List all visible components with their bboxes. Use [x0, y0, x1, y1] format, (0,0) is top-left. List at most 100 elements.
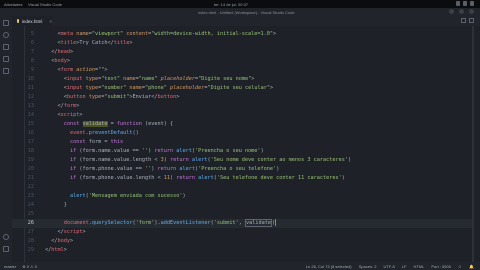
code-token: >: [79, 112, 83, 118]
code-line[interactable]: 19 if (form.name.value.length < 3) retur…: [12, 156, 472, 165]
code-token: >Enviar</: [129, 94, 158, 100]
code-token: >: [70, 49, 74, 55]
window-titlebar: index.html - Untitled (Workspace) - Visu…: [0, 8, 480, 16]
code-token: "Digite seu celular": [207, 85, 270, 91]
source-control-icon[interactable]: [3, 44, 9, 50]
code-token: alert: [179, 166, 195, 172]
line-number: 11: [27, 85, 34, 91]
activities-button[interactable]: Atividades: [4, 2, 22, 7]
code-token: "name": [138, 76, 158, 82]
code-line[interactable]: 14 <script>: [12, 111, 472, 120]
code-line[interactable]: 23 alert('Mensagem enviada com sucesso'): [12, 192, 472, 201]
maximize-button[interactable]: [459, 9, 464, 14]
status-item[interactable]: Ln 26, Col 73 (8 selected): [306, 264, 352, 269]
code-line[interactable]: 17 const form = this: [12, 138, 472, 147]
power-icon: [470, 1, 474, 6]
code-line[interactable]: 27 </script>: [12, 228, 472, 237]
code-line[interactable]: 12 <button type="submit">Enviar</button>: [12, 93, 472, 102]
status-item[interactable]: 🔔: [469, 264, 474, 269]
code-line[interactable]: 26 document.querySelector('form').addEve…: [12, 219, 472, 228]
search-icon[interactable]: [3, 32, 9, 38]
app-menu[interactable]: Visual Studio Code: [28, 2, 62, 7]
code-token: body: [54, 58, 67, 64]
code-token: >: [251, 76, 255, 82]
status-item[interactable]: ⊗ 0 ⚠ 0: [22, 264, 37, 269]
code-token: validate: [244, 219, 272, 227]
code-text: <input type="text" name="name" placehold…: [45, 75, 255, 84]
code-token: (): [132, 130, 139, 136]
code-line[interactable]: 18 if (form.name.value == '') return ale…: [12, 147, 472, 156]
code-text: </body>: [45, 237, 73, 246]
code-token: button: [66, 94, 86, 100]
code-token: action: [76, 67, 95, 73]
status-item[interactable]: ☺: [458, 264, 462, 269]
code-line[interactable]: 8 <body>: [12, 57, 472, 66]
code-line[interactable]: 6 <title>Try Catch</title>: [12, 39, 472, 48]
code-token: >Try Catch</: [76, 40, 114, 46]
line-number: 9: [30, 67, 34, 73]
status-item[interactable]: UTF-8: [383, 264, 394, 269]
minimize-button[interactable]: [449, 9, 454, 14]
code-token: 'Preencha o seu nome': [194, 148, 261, 154]
line-number: 8: [30, 58, 34, 64]
code-line[interactable]: 28 </body>: [12, 237, 472, 246]
code-text: <title>Try Catch</title>: [45, 39, 133, 48]
scrollbar[interactable]: [472, 26, 474, 262]
code-token: >: [70, 238, 74, 244]
tab-label: index.html: [21, 18, 43, 24]
status-item[interactable]: HTML: [413, 264, 424, 269]
code-token: alert: [176, 148, 192, 154]
line-number: 14: [27, 112, 34, 118]
code-token: validate: [82, 121, 108, 127]
code-line[interactable]: 15 const validate = function (event) {: [12, 120, 472, 129]
code-line[interactable]: 11 <input type="number" name="phone" pla…: [12, 84, 472, 93]
code-line[interactable]: 16 event.preventDefault(): [12, 129, 472, 138]
explorer-icon[interactable]: [3, 20, 9, 26]
code-line[interactable]: 24 }: [12, 201, 472, 210]
code-line[interactable]: 9 <form action="">: [12, 66, 472, 75]
code-token: 'Mensagem enviada com sucesso': [88, 193, 183, 199]
code-line[interactable]: 22: [12, 183, 472, 192]
account-icon[interactable]: [3, 234, 9, 240]
code-token: }: [63, 202, 67, 208]
code-line[interactable]: 13 </form>: [12, 102, 472, 111]
status-item[interactable]: LF: [402, 264, 407, 269]
status-item[interactable]: Port : 5500: [431, 264, 451, 269]
tab-index-html[interactable]: index.html ×: [12, 16, 52, 26]
split-editor-icon[interactable]: [461, 18, 466, 23]
code-line[interactable]: 10 <input type="text" name="name" placeh…: [12, 75, 472, 84]
editor-tabs: index.html ×: [12, 16, 480, 26]
gear-icon[interactable]: [3, 246, 9, 252]
code-line[interactable]: 25: [12, 210, 472, 219]
status-left: master ⊗ 0 ⚠ 0: [4, 264, 37, 269]
code-token: addEventListener: [160, 220, 211, 226]
code-token: form =: [85, 139, 111, 145]
code-token: >: [129, 40, 133, 46]
code-line[interactable]: 20 if (form.phone.value == '') return al…: [12, 165, 472, 174]
debug-icon[interactable]: [3, 56, 9, 62]
code-token: type: [88, 94, 102, 100]
code-line[interactable]: 7 </head>: [12, 48, 472, 57]
code-token: (form.name.value.length <: [76, 157, 161, 163]
code-token: ): [276, 166, 280, 172]
code-text: alert('Mensagem enviada com sucesso'): [45, 192, 186, 201]
extensions-icon[interactable]: [3, 68, 9, 74]
system-tray[interactable]: [456, 1, 474, 6]
clock[interactable]: ter. 14 de jul. 00:37: [214, 2, 248, 7]
close-tab-icon[interactable]: ×: [49, 19, 52, 24]
code-token: script: [60, 112, 80, 118]
code-line[interactable]: 29 </html>: [12, 246, 472, 255]
line-number: 24: [27, 202, 34, 208]
more-actions-icon[interactable]: [469, 18, 474, 23]
code-token: >: [273, 31, 277, 37]
line-number: 17: [27, 139, 34, 145]
code-token: >: [63, 247, 67, 253]
close-window-button[interactable]: [469, 9, 474, 14]
code-editor[interactable]: 5 <meta name="viewport" content="width=d…: [12, 26, 480, 262]
code-line[interactable]: 5 <meta name="viewport" content="width=d…: [12, 30, 472, 39]
status-item[interactable]: Spaces: 2: [359, 264, 377, 269]
code-token: >: [82, 229, 86, 235]
code-text: const validate = function (event) {: [45, 120, 173, 129]
code-line[interactable]: 21 if (form.phone.value.length < 11) ret…: [12, 174, 472, 183]
status-item[interactable]: master: [4, 264, 16, 269]
